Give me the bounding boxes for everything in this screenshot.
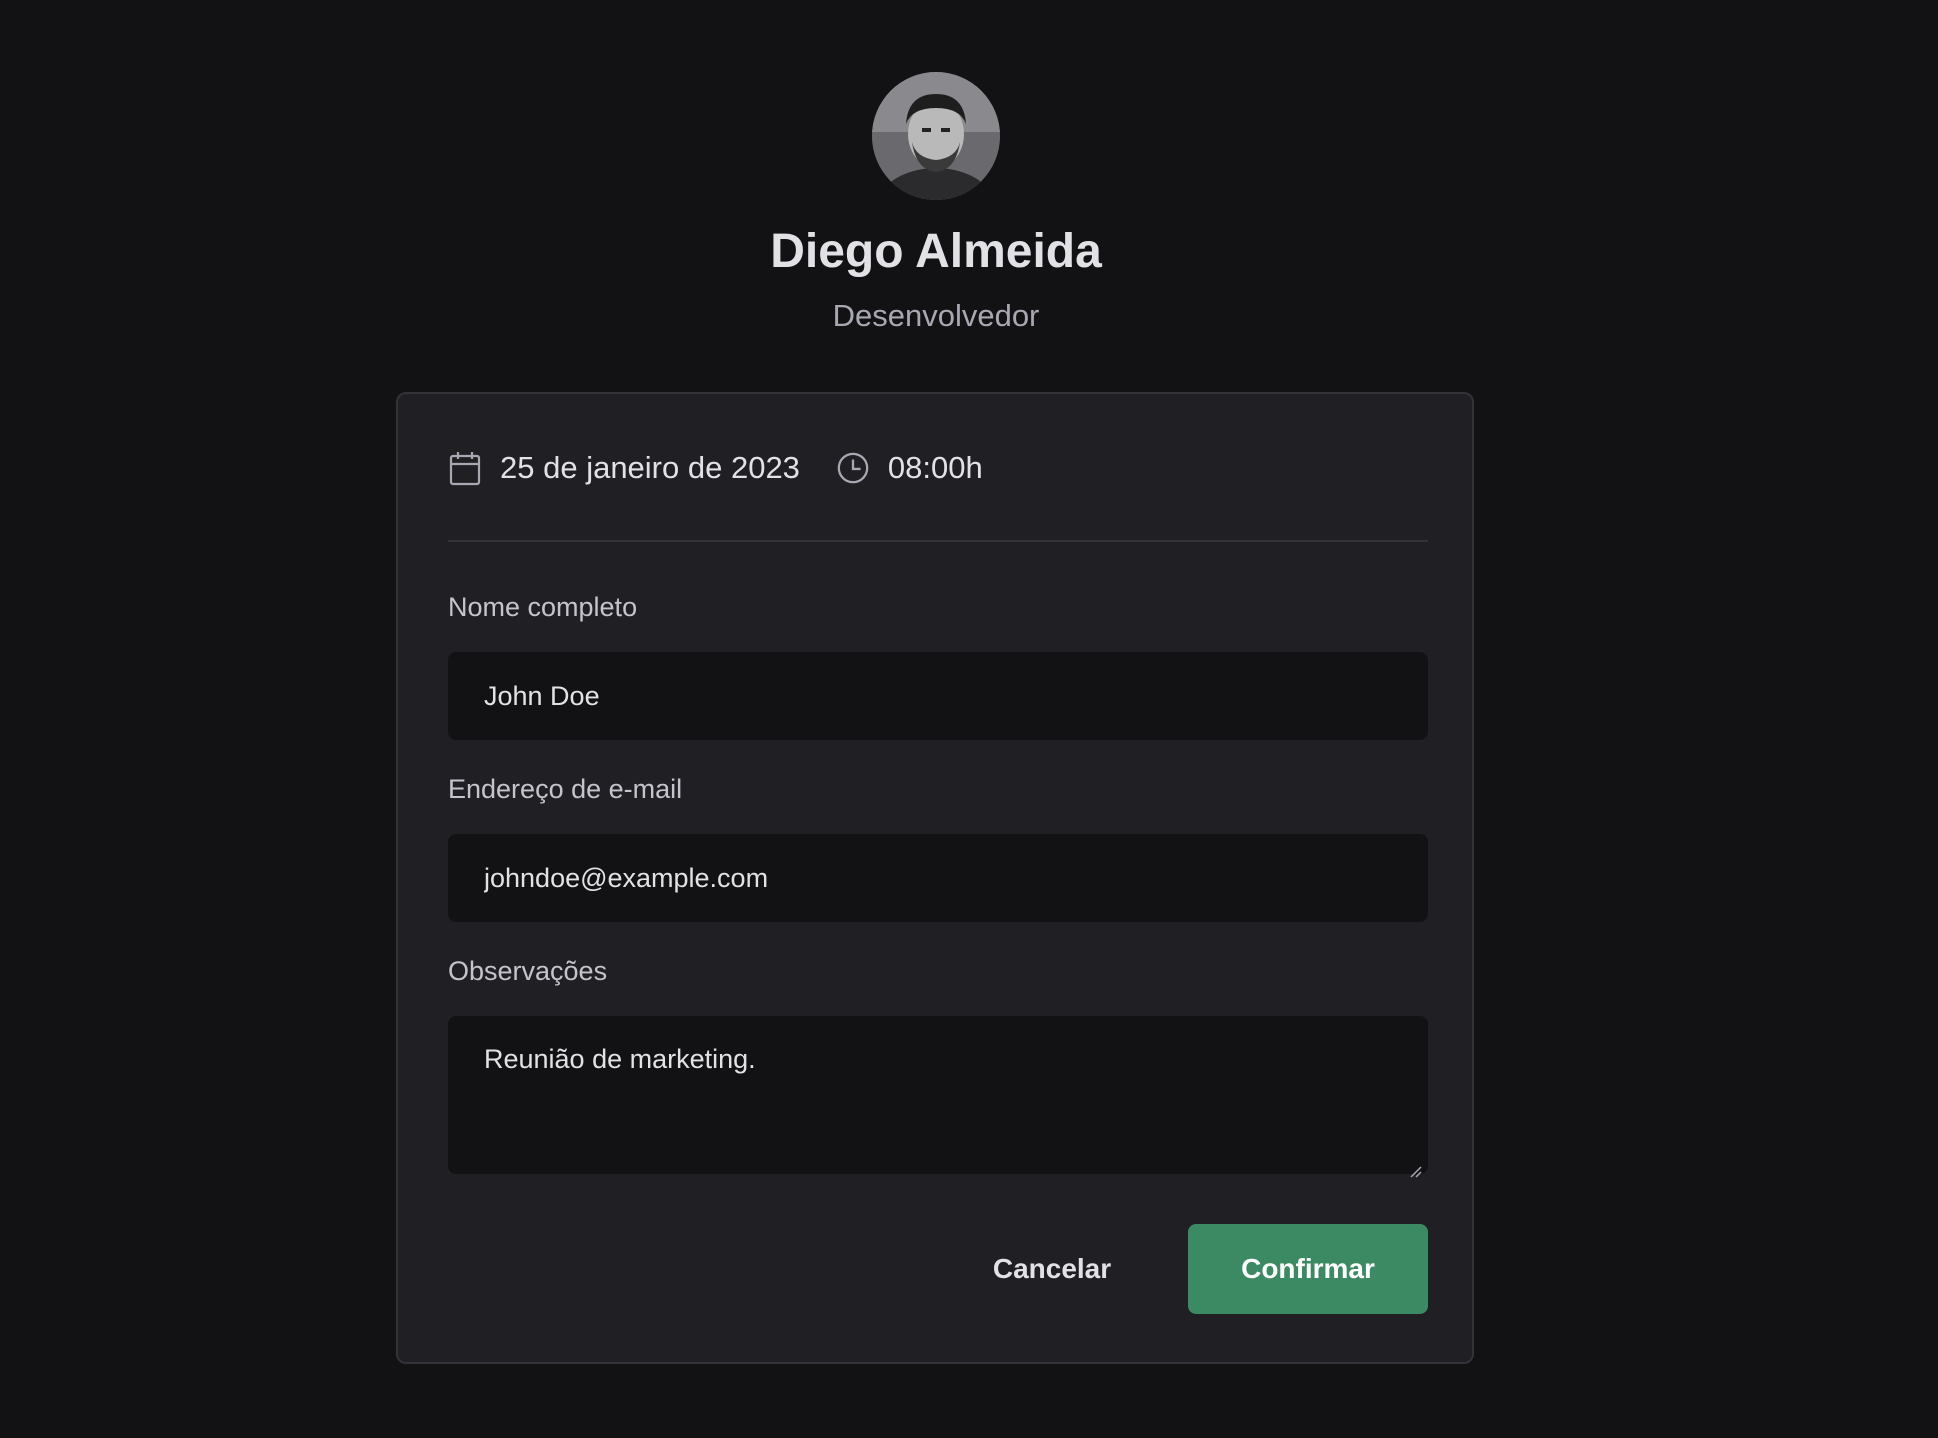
notes-text: Reunião de marketing. — [484, 1044, 756, 1074]
clock-icon — [836, 449, 870, 487]
cancel-button[interactable]: Cancelar — [938, 1224, 1166, 1314]
scheduling-form-card: 25 de janeiro de 2023 08:00h Nome comple… — [396, 392, 1474, 1364]
page: Diego Almeida Desenvolvedor 25 de janeir… — [0, 0, 1938, 1438]
email-label: Endereço de e-mail — [448, 774, 683, 804]
resize-handle-icon[interactable] — [1408, 1154, 1422, 1178]
appointment-time: 08:00h — [887, 450, 983, 485]
calendar-icon — [448, 449, 482, 487]
name-input[interactable] — [448, 652, 1428, 740]
profile-role: Desenvolvedor — [832, 298, 1040, 333]
email-input[interactable] — [448, 834, 1428, 922]
divider — [448, 540, 1428, 542]
appointment-meta: 25 de janeiro de 2023 08:00h — [448, 442, 983, 494]
appointment-date: 25 de janeiro de 2023 — [500, 450, 800, 485]
avatar — [872, 72, 1000, 200]
notes-label: Observações — [448, 956, 608, 986]
name-label: Nome completo — [448, 592, 638, 622]
notes-textarea[interactable]: Reunião de marketing. — [448, 1016, 1428, 1178]
profile-name: Diego Almeida — [770, 225, 1102, 278]
confirm-button[interactable]: Confirmar — [1188, 1224, 1428, 1314]
